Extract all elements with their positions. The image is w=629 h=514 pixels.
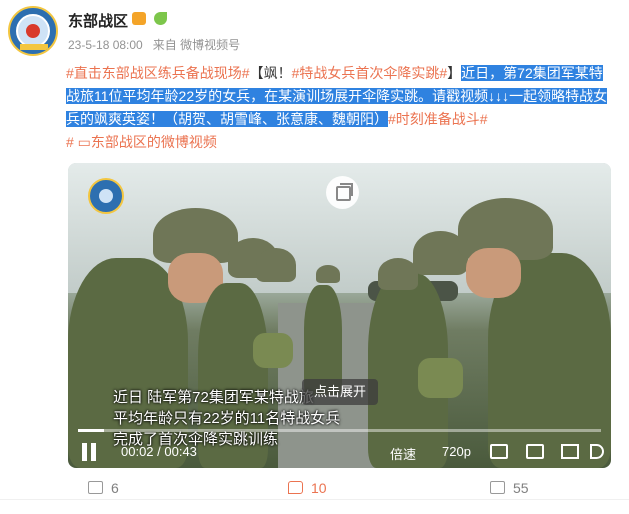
- expand-button[interactable]: 点击展开: [302, 379, 378, 405]
- video-source-link[interactable]: # ▭东部战区的微博视频: [66, 134, 217, 150]
- share-icon: [88, 481, 103, 494]
- topic-link[interactable]: #特战女兵首次伞降实跳#: [292, 65, 448, 81]
- comment-icon: [288, 481, 303, 494]
- volume-icon[interactable]: [590, 444, 604, 459]
- post-meta: 23-5-18 08:00 来自 微博视频号: [68, 36, 250, 53]
- post-source: 来自 微博视频号: [152, 38, 241, 52]
- fullscreen-window-icon[interactable]: [526, 444, 544, 459]
- post-date[interactable]: 23-5-18 08:00: [68, 38, 143, 52]
- video-controls: 00:02 / 00:43 倍速 720p: [68, 438, 611, 466]
- post-actions: 6 10 55: [0, 478, 629, 500]
- video-progress-fill: [78, 429, 105, 432]
- pause-icon[interactable]: [82, 443, 98, 461]
- author-name[interactable]: 东部战区: [68, 10, 128, 31]
- video-progress-bar[interactable]: [78, 429, 601, 432]
- comment-button[interactable]: 10: [288, 480, 327, 496]
- pip-mode-icon[interactable]: [490, 444, 508, 459]
- thumbs-up-icon: [490, 481, 505, 494]
- quality-button[interactable]: 720p: [442, 444, 471, 459]
- playback-speed-button[interactable]: 倍速: [390, 444, 416, 463]
- topic-link[interactable]: #时刻准备战斗#: [388, 111, 488, 127]
- like-button[interactable]: 55: [490, 480, 529, 496]
- fullscreen-icon[interactable]: [561, 444, 579, 459]
- crown-badge-icon: [132, 12, 146, 25]
- leaf-badge-icon: [154, 12, 167, 25]
- emblem-icon: [16, 14, 50, 48]
- topic-link[interactable]: #直击东部战区练兵备战现场#: [66, 65, 250, 81]
- video-time: 00:02 / 00:43: [121, 444, 197, 459]
- emblem-watermark-icon: [88, 178, 124, 214]
- share-button[interactable]: 6: [88, 480, 119, 496]
- picture-in-picture-icon[interactable]: [326, 176, 359, 209]
- video-player[interactable]: 近日 陆军第72集团军某特战旅 平均年龄只有22岁的11名特战女兵 完成了首次伞…: [68, 163, 611, 468]
- post-text: #直击东部战区练兵备战现场#【飒！#特战女兵首次伞降实跳#】近日，第72集团军某…: [66, 65, 608, 150]
- avatar[interactable]: [8, 6, 58, 56]
- post-header: 东部战区 23-5-18 08:00 来自 微博视频号: [8, 6, 608, 58]
